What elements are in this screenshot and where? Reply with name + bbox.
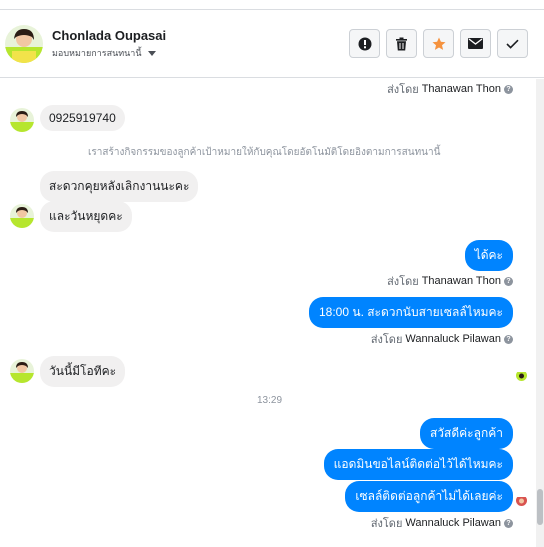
- sent-by-info: ส่งโดย Wannaluck Pilawan ?: [371, 514, 513, 532]
- assign-label: มอบหมายการสนทนานี้: [52, 48, 142, 58]
- sent-by-prefix: ส่งโดย: [387, 84, 419, 96]
- help-icon[interactable]: ?: [504, 84, 513, 94]
- message-bubble-incoming[interactable]: สะดวกคุยหลังเลิกงานนะคะ: [40, 171, 199, 202]
- mark-unread-button[interactable]: [460, 29, 491, 58]
- sent-by-prefix: ส่งโดย: [387, 276, 419, 288]
- trash-icon: [395, 37, 408, 51]
- conversation-header: Chonlada Oupasai มอบหมายการสนทนานี้: [0, 11, 544, 78]
- check-icon: [506, 39, 519, 49]
- help-icon[interactable]: ?: [504, 334, 513, 344]
- mark-spam-button[interactable]: [349, 29, 380, 58]
- scrollbar-thumb[interactable]: [537, 489, 543, 525]
- message-timestamp: 13:29: [257, 395, 283, 406]
- top-edge: [0, 0, 544, 10]
- message-bubble-outgoing[interactable]: เซลล์ติดต่อลูกค้าไม่ได้เลยค่ะ: [345, 481, 513, 512]
- sender-name: Wannaluck Pilawan: [405, 333, 501, 345]
- sender-name: Wannaluck Pilawan: [405, 517, 501, 529]
- alert-icon: [358, 37, 372, 51]
- contact-avatar[interactable]: [5, 25, 43, 63]
- sent-by-info: ส่งโดย Thanawan Thon ?: [387, 272, 513, 290]
- message-bubble-outgoing[interactable]: 18:00 น. สะดวกนับสายเซลล์ไหมคะ: [309, 297, 513, 328]
- help-icon[interactable]: ?: [504, 276, 513, 286]
- message-bubble-incoming[interactable]: วันนี้มีโอทีคะ: [40, 356, 126, 387]
- conversation-actions: [349, 29, 528, 58]
- delete-button[interactable]: [386, 29, 417, 58]
- message-bubble-outgoing[interactable]: แอดมินขอไลน์ติดต่อไว้ได้ไหมคะ: [323, 449, 513, 480]
- message-thread: ส่งโดย Thanawan Thon ? 0925919740 เราสร้…: [0, 79, 544, 547]
- assign-conversation-dropdown[interactable]: มอบหมายการสนทนานี้: [52, 46, 156, 60]
- sender-name: Thanawan Thon: [421, 83, 501, 95]
- thread-scrollbar[interactable]: [536, 79, 544, 547]
- contact-avatar-small: [10, 359, 34, 383]
- sent-by-prefix: ส่งโดย: [370, 518, 403, 530]
- mark-done-button[interactable]: [497, 29, 528, 58]
- message-bubble-incoming[interactable]: 0925919740: [40, 105, 125, 131]
- star-icon: [432, 37, 446, 51]
- message-bubble-incoming[interactable]: และวันหยุดคะ: [40, 201, 132, 232]
- message-bubble-outgoing[interactable]: สวัสดีค่ะลูกค้า: [419, 418, 513, 449]
- chevron-down-icon: [147, 51, 156, 56]
- sender-name: Thanawan Thon: [421, 275, 501, 287]
- message-bubble-outgoing[interactable]: ได้คะ: [464, 240, 513, 271]
- contact-avatar-small: [10, 204, 34, 228]
- help-icon[interactable]: ?: [504, 518, 513, 528]
- system-note: เราสร้างกิจกรรมของลูกค้าเป้าหมายให้กับคุ…: [88, 147, 441, 158]
- mail-icon: [468, 38, 483, 49]
- seen-indicator-avatar: [516, 495, 527, 506]
- sent-by-info: ส่งโดย Wannaluck Pilawan ?: [371, 330, 513, 348]
- contact-name[interactable]: Chonlada Oupasai: [52, 28, 166, 43]
- sent-by-prefix: ส่งโดย: [370, 334, 403, 346]
- contact-avatar-small: [10, 108, 34, 132]
- sent-by-info: ส่งโดย Thanawan Thon ?: [387, 80, 513, 98]
- star-button[interactable]: [423, 29, 454, 58]
- seen-indicator-avatar: [516, 370, 527, 381]
